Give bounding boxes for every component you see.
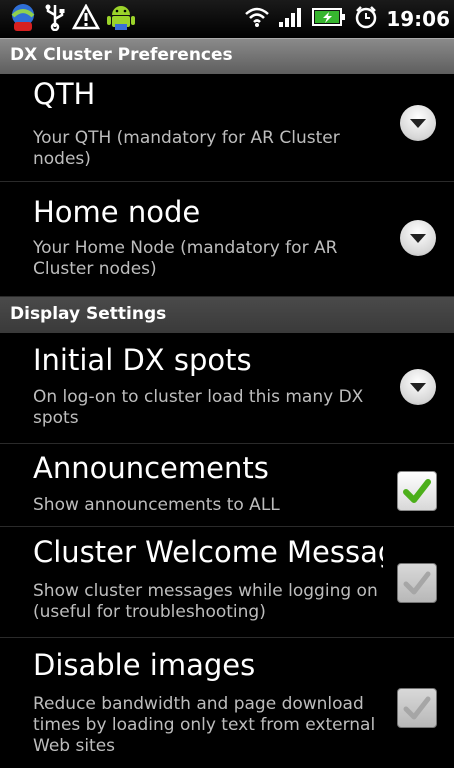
signal-icon	[278, 6, 304, 32]
checkmark-icon	[403, 571, 431, 595]
page-title: DX Cluster Preferences	[10, 45, 233, 65]
pref-home-node-summary: Your Home Node (mandatory for AR Cluster…	[33, 238, 338, 279]
pref-disable-images-summary: Reduce bandwidth and page download times…	[33, 694, 376, 756]
cluster-welcome-checkbox[interactable]	[397, 563, 437, 603]
category-display-settings-label: Display Settings	[10, 304, 167, 324]
announcements-checkbox[interactable]	[397, 471, 437, 511]
preferences-list: QTH Your QTH (mandatory for AR Cluster n…	[0, 73, 454, 768]
category-display-settings: Display Settings	[0, 297, 454, 333]
usb-icon	[44, 3, 66, 35]
pref-initial-dx-spots-summary: On log-on to cluster load this many DX s…	[33, 387, 364, 428]
warning-icon	[71, 3, 101, 34]
dropdown-arrow-icon[interactable]	[400, 220, 436, 256]
pref-cluster-welcome-summary: Show cluster messages while logging on (…	[33, 581, 378, 622]
pref-initial-dx-spots[interactable]: Initial DX spots On log-on to cluster lo…	[0, 333, 454, 444]
pref-announcements-title: Announcements	[33, 451, 269, 485]
pref-qth-summary: Your QTH (mandatory for AR Cluster nodes…	[33, 128, 340, 169]
dropdown-arrow-icon[interactable]	[400, 369, 436, 405]
pref-announcements-summary: Show announcements to ALL	[33, 495, 280, 515]
pref-disable-images-title: Disable images	[33, 648, 256, 682]
wifi-icon	[244, 6, 270, 32]
disable-images-checkbox[interactable]	[397, 688, 437, 728]
alarm-icon	[354, 5, 378, 33]
pref-home-node-title: Home node	[33, 195, 201, 229]
checkmark-icon	[403, 696, 431, 720]
pref-qth[interactable]: QTH Your QTH (mandatory for AR Cluster n…	[0, 73, 454, 182]
app-notification-icon	[8, 2, 38, 36]
pref-disable-images[interactable]: Disable images Reduce bandwidth and page…	[0, 638, 454, 768]
title-bar: DX Cluster Preferences	[0, 38, 454, 74]
pref-cluster-welcome-message[interactable]: Cluster Welcome Messag Show cluster mess…	[0, 527, 454, 638]
pref-qth-title: QTH	[33, 77, 96, 111]
status-bar: 19:06	[0, 0, 454, 38]
checkmark-icon	[403, 479, 431, 503]
pref-home-node[interactable]: Home node Your Home Node (mandatory for …	[0, 182, 454, 297]
battery-charging-icon	[312, 6, 346, 32]
dropdown-arrow-icon[interactable]	[400, 105, 436, 141]
status-right-icons: 19:06	[244, 4, 450, 34]
status-left-icons	[8, 2, 136, 36]
pref-cluster-welcome-title: Cluster Welcome Messag	[33, 535, 383, 569]
status-time: 19:06	[386, 7, 450, 31]
android-icon	[106, 2, 136, 36]
pref-initial-dx-spots-title: Initial DX spots	[33, 343, 252, 377]
pref-announcements[interactable]: Announcements Show announcements to ALL	[0, 444, 454, 527]
